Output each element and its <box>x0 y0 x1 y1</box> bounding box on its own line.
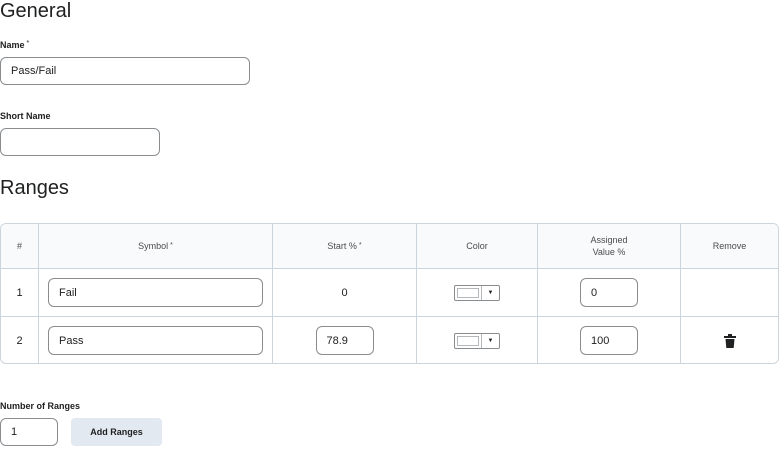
color-cell: ▼ <box>417 317 538 363</box>
start-value: 0 <box>273 269 417 316</box>
start-cell <box>273 317 417 363</box>
symbol-input[interactable] <box>48 278 263 307</box>
short-name-input[interactable] <box>0 128 160 156</box>
color-picker[interactable]: ▼ <box>454 284 500 301</box>
short-name-label: Short Name <box>0 111 51 121</box>
assigned-value-input[interactable] <box>580 278 638 307</box>
row-number: 2 <box>1 317 39 363</box>
assigned-value-input[interactable] <box>580 326 638 355</box>
color-cell: ▼ <box>417 269 538 316</box>
column-header-number: # <box>1 224 39 268</box>
symbol-input[interactable] <box>48 326 263 355</box>
required-marker: * <box>26 40 30 47</box>
add-ranges-button[interactable]: Add Ranges <box>71 418 162 446</box>
symbol-cell <box>39 317 273 363</box>
general-heading: General <box>0 0 72 22</box>
chevron-down-icon: ▼ <box>481 285 499 300</box>
color-swatch <box>457 335 479 346</box>
symbol-cell <box>39 269 273 316</box>
remove-cell <box>681 317 778 363</box>
ranges-table: # Symbol * Start % * Color Assigned Value %… <box>0 223 779 364</box>
number-of-ranges-label: Number of Ranges <box>0 401 81 411</box>
remove-cell <box>681 269 778 316</box>
column-header-color: Color <box>417 224 538 268</box>
start-input[interactable] <box>315 326 374 355</box>
color-swatch <box>457 287 479 298</box>
color-picker[interactable]: ▼ <box>454 332 500 349</box>
assigned-cell <box>538 269 681 316</box>
column-header-symbol: Symbol * <box>39 224 273 268</box>
ranges-heading: Ranges <box>0 177 69 199</box>
name-input[interactable] <box>0 57 250 85</box>
name-label: Name * <box>0 40 30 50</box>
column-header-assigned-value: Assigned Value % <box>538 224 681 268</box>
table-header-row: # Symbol * Start % * Color Assigned Value %… <box>1 224 778 268</box>
chevron-down-icon: ▼ <box>481 333 499 348</box>
trash-icon[interactable] <box>723 333 736 348</box>
assigned-cell <box>538 317 681 363</box>
table-row: 1 0 ▼ <box>1 268 778 316</box>
column-header-remove: Remove <box>712 241 747 251</box>
table-row: 2 ▼ <box>1 316 778 363</box>
column-header-start: Start % * <box>273 224 417 268</box>
number-of-ranges-input[interactable] <box>0 418 58 446</box>
row-number: 1 <box>1 269 39 316</box>
